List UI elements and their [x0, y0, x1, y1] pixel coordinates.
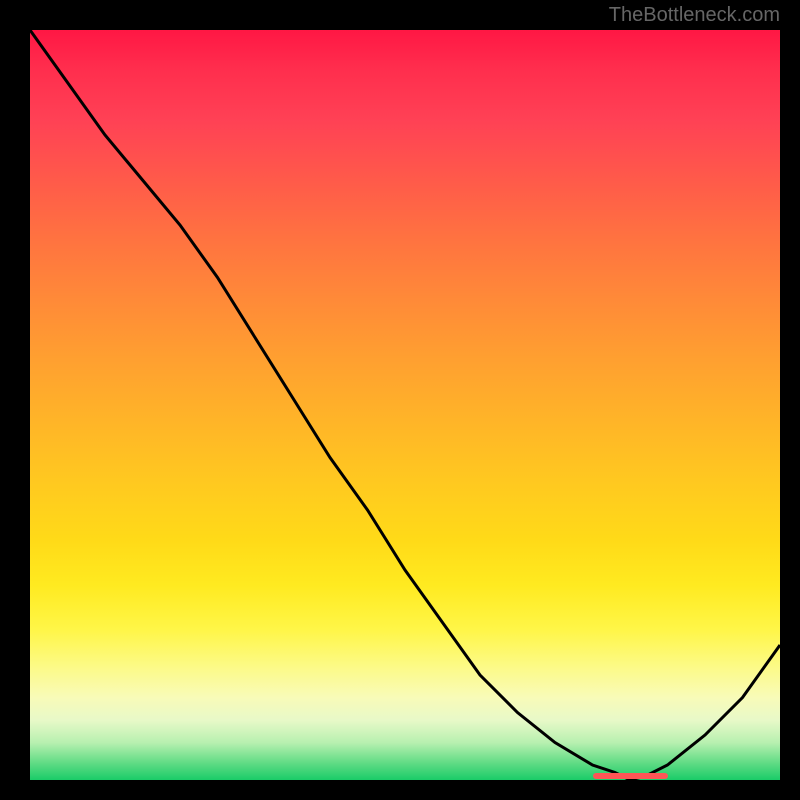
bottom-axis-band — [30, 776, 780, 780]
optimal-zone-marker — [593, 773, 668, 779]
bottleneck-curve — [30, 30, 780, 780]
watermark-text: TheBottleneck.com — [609, 4, 780, 27]
